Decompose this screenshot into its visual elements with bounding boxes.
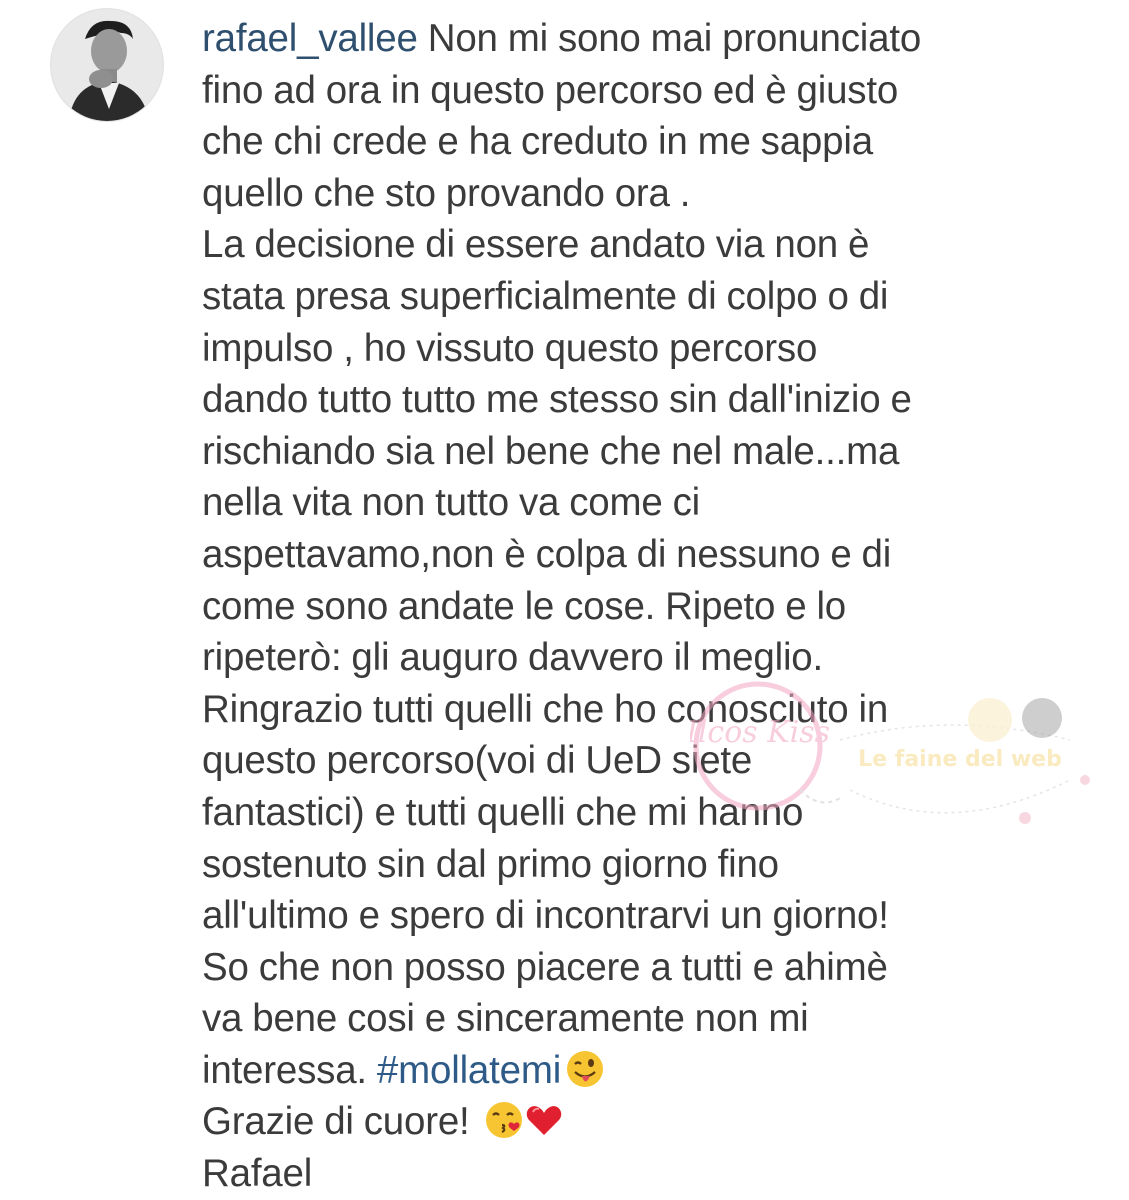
comment-text: Grazie di cuore! xyxy=(202,1100,480,1144)
comment-line: fantastici) e tutti quelli che mi hanno xyxy=(202,790,804,834)
comment-line: Ringrazio tutti quelli che ho conosciuto… xyxy=(202,687,889,731)
username-link[interactable]: rafael_vallee xyxy=(202,17,418,60)
comment-line: impulso , ho vissuto questo percorso xyxy=(202,326,818,370)
comment-line: interessa. #mollatemi xyxy=(202,1045,1102,1097)
comment-line: La decisione di essere andato via non è xyxy=(202,223,870,267)
comment-line: questo percorso(voi di UeD siete xyxy=(202,739,753,783)
comment-line: all'ultimo e spero di incontrarvi un gio… xyxy=(202,894,889,938)
avatar-photo xyxy=(51,9,163,121)
kissing-emoji xyxy=(485,1102,522,1139)
comment-line: che chi crede e ha creduto in me sappia xyxy=(202,120,873,164)
comment-line-1: rafael_vallee Non mi sono mai pronunciat… xyxy=(202,13,1102,65)
red-heart-emoji xyxy=(526,1106,561,1136)
signature: Rafael xyxy=(202,1152,313,1196)
comment-line: va bene cosi e sinceramente non mi xyxy=(202,997,809,1041)
comment-line: aspettavamo,non è colpa di nessuno e di xyxy=(202,532,892,576)
comment-body: rafael_vallee Non mi sono mai pronunciat… xyxy=(202,13,1102,1200)
comment-line: So che non posso piacere a tutti e ahimè xyxy=(202,945,888,989)
comment-line: Grazie di cuore! xyxy=(202,1096,1102,1148)
comment-line: sostenuto sin dal primo giorno fino xyxy=(202,842,779,886)
comment-line: come sono andate le cose. Ripeto e lo xyxy=(202,584,847,628)
comment-text: Non mi sono mai pronunciato xyxy=(417,17,922,60)
comment-line: stata presa superficialmente di colpo o … xyxy=(202,274,889,318)
comment-line: dando tutto tutto me stesso sin dall'ini… xyxy=(202,378,912,422)
hashtag-link[interactable]: #mollatemi xyxy=(377,1049,561,1092)
comment-line: fino ad ora in questo percorso ed è gius… xyxy=(202,68,899,112)
winking-tongue-emoji xyxy=(567,1050,604,1087)
comment-line: rischiando sia nel bene che nel male...m… xyxy=(202,429,900,473)
comment-line: ripeterò: gli auguro davvero il meglio. xyxy=(202,636,824,680)
comment-line: quello che sto provando ora . xyxy=(202,171,691,215)
comment-line: nella vita non tutto va come ci xyxy=(202,481,700,525)
comment-text: interessa. xyxy=(202,1048,377,1092)
profile-avatar[interactable] xyxy=(50,8,164,122)
